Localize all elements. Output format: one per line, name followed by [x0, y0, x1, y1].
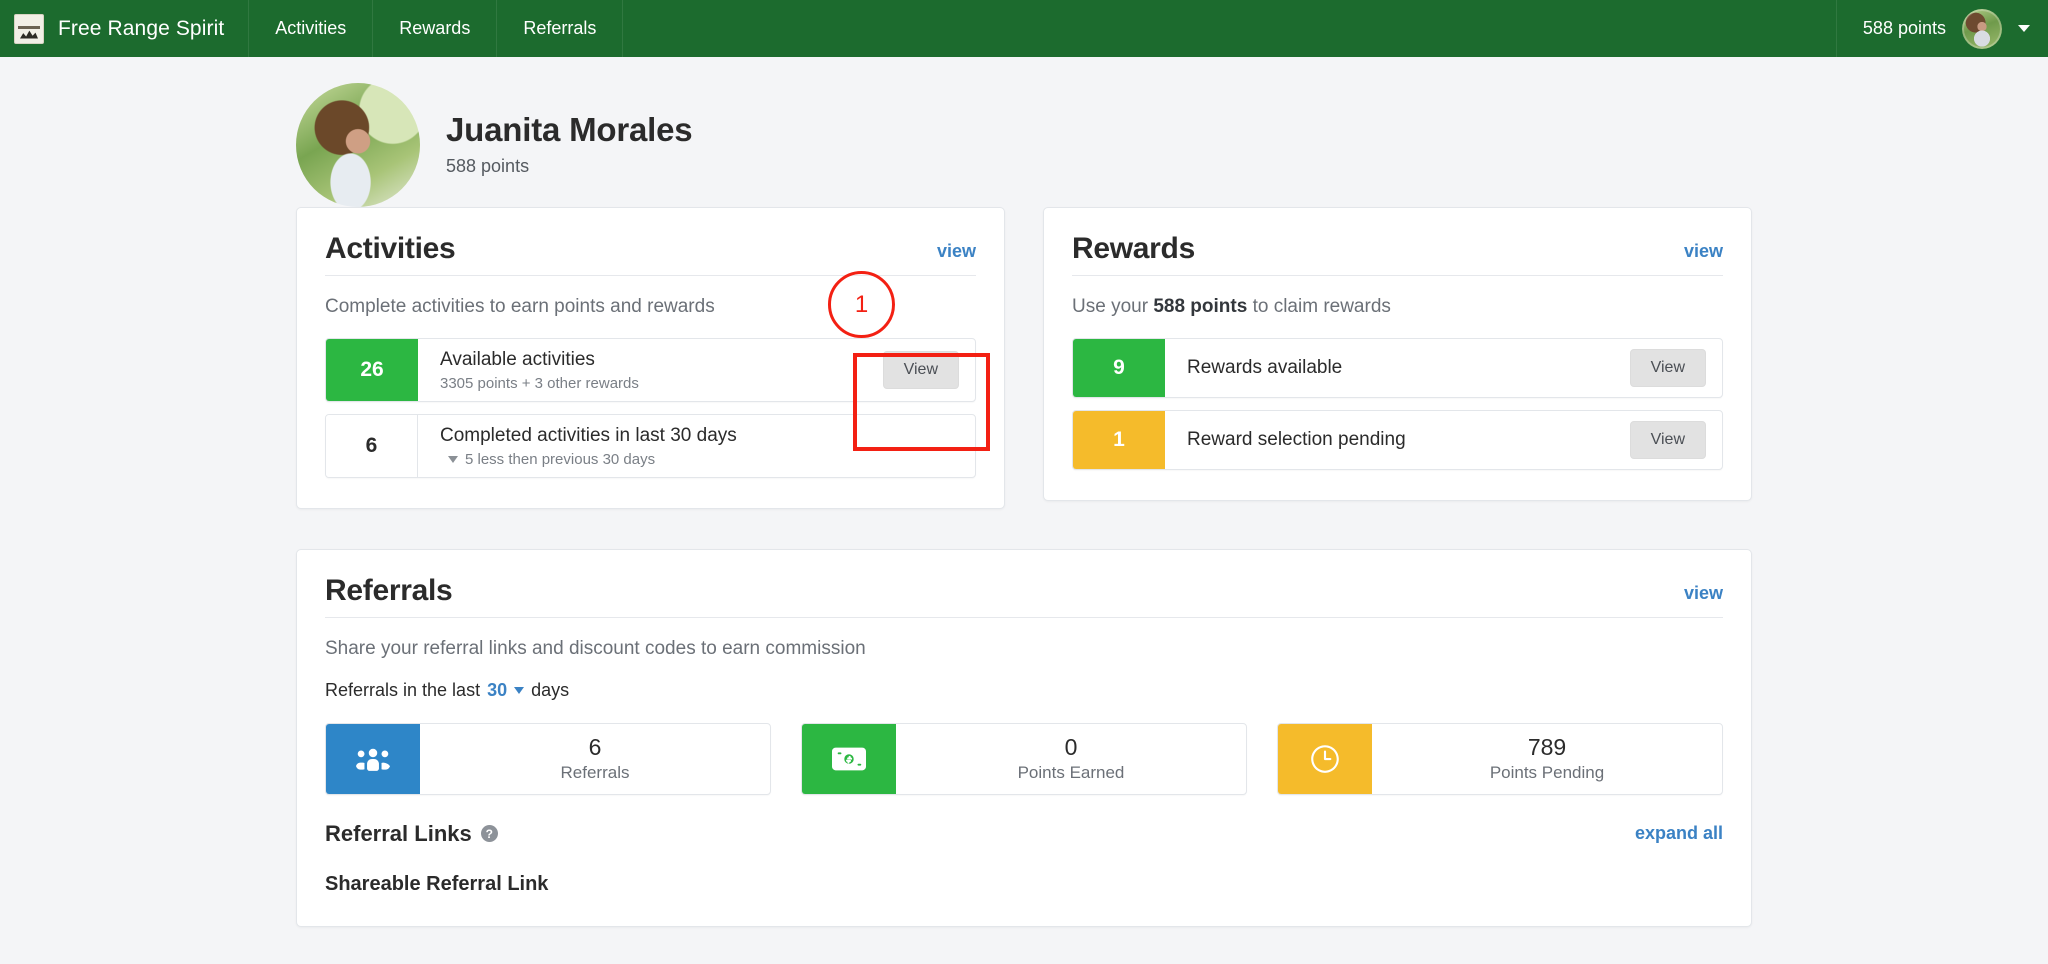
rewards-subtitle-post: to claim rewards — [1247, 296, 1391, 317]
rewards-view-link[interactable]: view — [1684, 241, 1723, 264]
available-activities-meta: 3305 points + 3 other rewards — [440, 374, 639, 392]
referrals-stats-row: 6 Referrals 0 Points Earned 789 Points P… — [325, 722, 1723, 795]
reward-pending-label: Reward selection pending — [1187, 429, 1406, 451]
nav-link-activities[interactable]: Activities — [249, 0, 374, 57]
activities-view-link[interactable]: view — [937, 241, 976, 264]
profile-header: Juanita Morales 588 points — [0, 57, 2048, 207]
referrals-count-caption: Referrals — [560, 763, 630, 782]
referrals-count-value: 6 — [588, 734, 602, 760]
points-earned-box: 0 Points Earned — [801, 722, 1247, 795]
points-earned-value: 0 — [1064, 734, 1078, 760]
rewards-card-header: Rewards view — [1072, 234, 1723, 276]
chevron-down-icon[interactable] — [2018, 25, 2030, 32]
rewards-available-label: Rewards available — [1187, 357, 1343, 379]
mountain-crest-logo-icon — [14, 13, 44, 44]
rewards-subtitle-pre: Use your — [1072, 296, 1154, 317]
points-pending-caption: Points Pending — [1489, 763, 1605, 782]
reward-pending-view-button[interactable]: View — [1629, 421, 1706, 459]
referrals-subtitle: Share your referral links and discount c… — [325, 637, 866, 659]
page-content: Juanita Morales 588 points Activities vi… — [0, 57, 2048, 927]
brand-home-link[interactable]: Free Range Spirit — [0, 0, 250, 57]
referrals-filter-post: days — [531, 679, 570, 700]
shareable-referral-link-title: Shareable Referral Link — [325, 872, 549, 895]
completed-activities-row: 6 Completed activities in last 30 days 5… — [325, 413, 976, 478]
users-group-icon — [326, 723, 420, 794]
completed-activities-meta: 5 less then previous 30 days — [440, 451, 959, 468]
rewards-card: Rewards view Use your 588 points to clai… — [1043, 207, 1752, 501]
completed-activities-count: 6 — [326, 414, 418, 477]
points-pending-box: 789 Points Pending — [1277, 722, 1723, 795]
referrals-filter-days-value[interactable]: 30 — [487, 680, 507, 701]
rewards-available-count: 9 — [1073, 339, 1165, 397]
referrals-count-box: 6 Referrals — [325, 722, 771, 795]
navbar-points-total: 588 points — [1862, 18, 1946, 38]
profile-points: 588 points — [446, 156, 530, 177]
rewards-available-view-button[interactable]: View — [1629, 349, 1706, 387]
summary-cards-row: Activities view Complete activities to e… — [0, 207, 2048, 509]
rewards-points-strong: 588 points — [1153, 296, 1248, 317]
available-activities-count: 26 — [326, 339, 418, 401]
activities-card: Activities view Complete activities to e… — [296, 207, 1005, 509]
referral-links-title: Referral Links — [325, 820, 472, 846]
chevron-down-icon[interactable] — [514, 686, 525, 694]
rewards-subtitle: Use your 588 points to claim rewards — [1072, 296, 1723, 318]
points-pending-value: 789 — [1527, 734, 1567, 760]
clock-icon — [1278, 723, 1372, 794]
referrals-row: Referrals view Share your referral links… — [0, 509, 2048, 927]
activities-subtitle: Complete activities to earn points and r… — [325, 296, 715, 317]
completed-activities-delta: 5 less then previous 30 days — [465, 450, 656, 468]
reward-pending-count: 1 — [1073, 411, 1165, 469]
triangle-down-icon — [448, 455, 458, 463]
page-title: Juanita Morales — [446, 110, 693, 148]
points-earned-caption: Points Earned — [1017, 763, 1125, 782]
user-avatar[interactable] — [1962, 8, 2002, 49]
activities-title: Activities — [325, 232, 456, 265]
profile-avatar — [296, 82, 420, 207]
rewards-available-row: 9 Rewards available View — [1072, 338, 1723, 398]
navbar-user-area: 588 points — [1835, 0, 2048, 57]
expand-all-link[interactable]: expand all — [1635, 823, 1723, 844]
banknote-icon — [802, 723, 896, 794]
brand-name: Free Range Spirit — [58, 16, 225, 40]
referrals-title: Referrals — [325, 573, 453, 607]
referral-links-title-group: Referral Links ? — [325, 821, 498, 847]
referrals-filter-pre: Referrals in the last — [325, 679, 481, 700]
referral-links-header: Referral Links ? expand all — [325, 821, 1723, 847]
nav-link-referrals[interactable]: Referrals — [497, 0, 624, 57]
rewards-title: Rewards — [1072, 232, 1195, 265]
activities-card-header: Activities view — [325, 234, 976, 276]
referrals-view-link[interactable]: view — [1684, 583, 1723, 606]
referrals-card: Referrals view Share your referral links… — [296, 548, 1752, 927]
available-activities-row: 26 Available activities 3305 points + 3 … — [325, 338, 976, 402]
question-mark-icon[interactable]: ? — [480, 825, 498, 842]
reward-pending-row: 1 Reward selection pending View — [1072, 410, 1723, 470]
nav-link-rewards[interactable]: Rewards — [373, 0, 498, 57]
profile-text: Juanita Morales 588 points — [446, 110, 693, 177]
completed-activities-label: Completed activities in last 30 days — [440, 424, 737, 446]
top-navbar: Free Range Spirit Activities Rewards Ref… — [0, 0, 2048, 57]
referrals-card-header: Referrals view — [325, 573, 1723, 618]
available-activities-label: Available activities — [440, 349, 595, 370]
referrals-period-filter: Referrals in the last 30 days — [325, 680, 1723, 701]
activities-view-button[interactable]: View — [882, 350, 959, 389]
